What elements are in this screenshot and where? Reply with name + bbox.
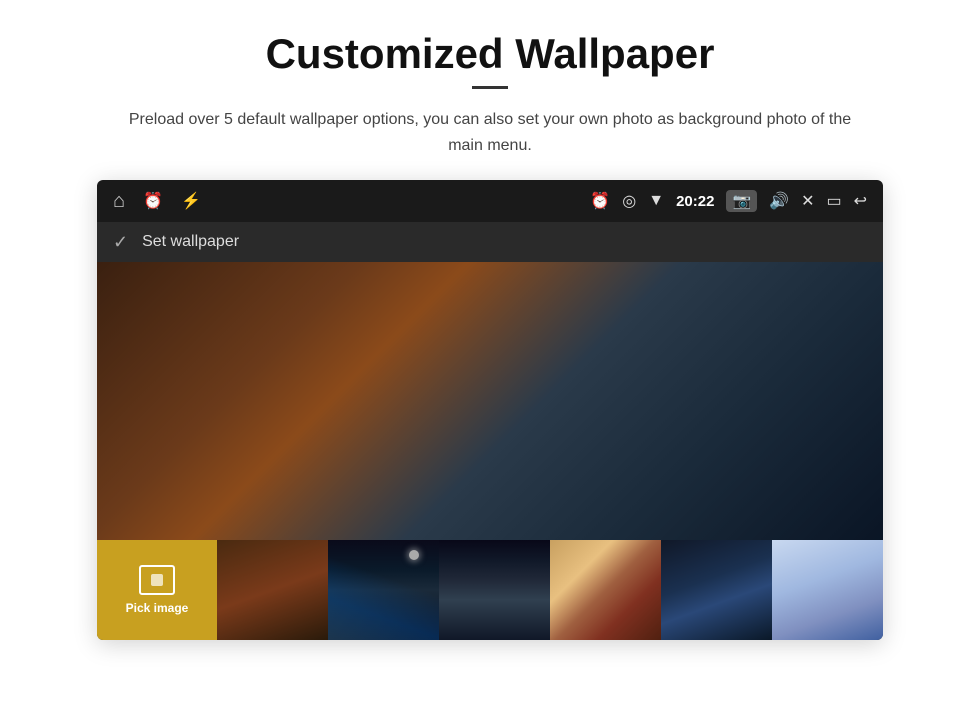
thumbnail-strip: Pick image (97, 540, 883, 640)
title-divider (472, 86, 508, 89)
window-icon: ▭ (826, 191, 841, 211)
thumbnail-3[interactable] (439, 540, 550, 640)
thumbnail-4[interactable] (550, 540, 661, 640)
home-icon: ⌂ (113, 190, 125, 213)
camera-icon[interactable]: 📷 (726, 190, 757, 212)
alarm2-icon: ⏰ (590, 191, 610, 211)
status-bar: ⌂ ⏰ ⚡ ⏰ ◎ ▼ 20:22 📷 🔊 ✕ ▭ ↩ (97, 180, 883, 222)
volume-icon: 🔊 (769, 191, 789, 211)
location-icon: ◎ (622, 191, 636, 211)
checkmark-icon: ✓ (113, 232, 128, 253)
status-time: 20:22 (676, 193, 714, 210)
back-icon[interactable]: ↩ (854, 191, 867, 211)
thumbnail-1[interactable] (217, 540, 328, 640)
toolbar-label: Set wallpaper (142, 233, 239, 251)
close-icon: ✕ (801, 191, 814, 211)
thumbnail-5[interactable] (661, 540, 772, 640)
page-title: Customized Wallpaper (266, 30, 715, 78)
status-bar-right: ⏰ ◎ ▼ 20:22 📷 🔊 ✕ ▭ ↩ (590, 190, 867, 212)
pick-image-label: Pick image (126, 601, 189, 615)
usb-icon: ⚡ (181, 191, 201, 211)
wifi-icon: ▼ (648, 192, 664, 210)
thumbnail-6[interactable] (772, 540, 883, 640)
alarm-icon: ⏰ (143, 191, 163, 211)
wallpaper-preview (97, 262, 883, 540)
thumbnail-2[interactable] (328, 540, 439, 640)
pick-image-icon (139, 565, 175, 595)
page-container: Customized Wallpaper Preload over 5 defa… (0, 0, 980, 726)
status-bar-left: ⌂ ⏰ ⚡ (113, 190, 201, 213)
page-subtitle: Preload over 5 default wallpaper options… (110, 107, 870, 158)
toolbar-bar: ✓ Set wallpaper (97, 222, 883, 262)
pick-image-button[interactable]: Pick image (97, 540, 217, 640)
device-screen: ⌂ ⏰ ⚡ ⏰ ◎ ▼ 20:22 📷 🔊 ✕ ▭ ↩ ✓ Set wallpa… (97, 180, 883, 640)
